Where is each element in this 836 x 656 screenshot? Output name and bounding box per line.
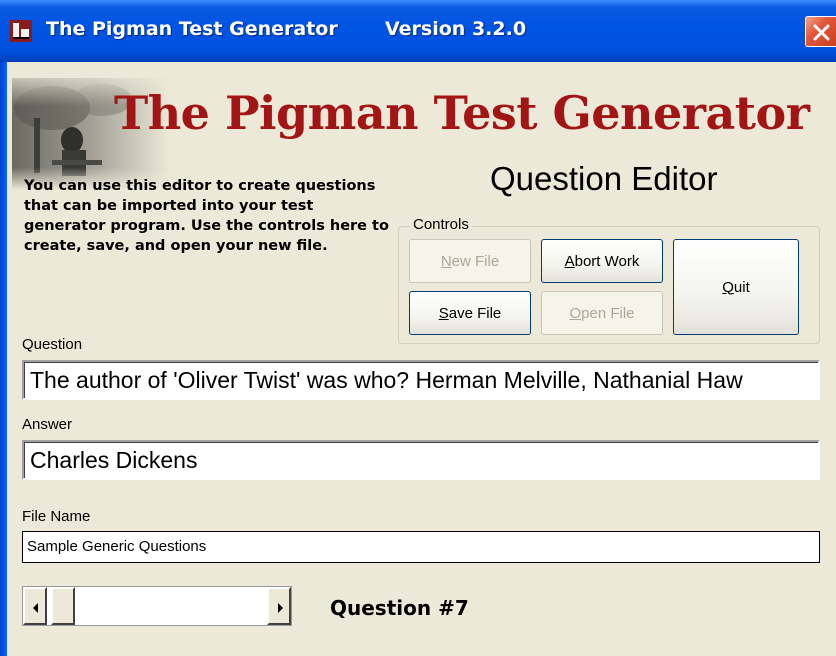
save-file-label: ave File <box>448 304 502 322</box>
intro-text: You can use this editor to create questi… <box>24 178 389 254</box>
close-icon <box>813 24 830 41</box>
scroll-thumb[interactable] <box>51 587 75 625</box>
banner-subtitle: Question Editor <box>490 160 718 197</box>
new-file-label: ew File <box>451 252 500 270</box>
scroll-left-button[interactable] <box>23 587 47 625</box>
open-file-button[interactable]: Open File <box>541 291 663 335</box>
filename-input[interactable]: Sample Generic Questions <box>22 531 820 563</box>
answer-input[interactable]: Charles Dickens <box>22 440 820 480</box>
window-title: The Pigman Test Generator <box>46 18 338 40</box>
question-scrollbar[interactable] <box>22 586 292 626</box>
filename-label: File Name <box>22 508 91 525</box>
controls-legend: Controls <box>410 216 472 233</box>
new-file-button[interactable]: New File <box>409 239 531 283</box>
scroll-right-button[interactable] <box>267 587 291 625</box>
close-button[interactable] <box>805 16 836 47</box>
open-file-mnemonic: O <box>569 304 582 322</box>
quit-button[interactable]: Quit <box>673 239 799 335</box>
abort-work-button[interactable]: Abort Work <box>541 239 663 283</box>
question-input[interactable]: The author of 'Oliver Twist' was who? He… <box>22 360 820 400</box>
quit-mnemonic: Q <box>722 278 734 296</box>
banner-title: The Pigman Test Generator <box>114 86 810 140</box>
abort-work-mnemonic: A <box>564 252 575 270</box>
answer-label: Answer <box>22 416 73 433</box>
window-version: Version 3.2.0 <box>385 18 527 40</box>
arrow-left-icon <box>33 603 38 613</box>
abort-work-label: bort Work <box>574 252 640 270</box>
window-frame-left <box>0 62 7 656</box>
save-file-button[interactable]: Save File <box>409 291 531 335</box>
question-number-label: Question #7 <box>330 596 469 620</box>
open-file-label: pen File <box>581 304 635 322</box>
pigman-app-icon[interactable] <box>10 20 32 42</box>
new-file-mnemonic: N <box>440 252 452 270</box>
quit-label: uit <box>733 278 750 296</box>
save-file-mnemonic: S <box>438 304 449 322</box>
arrow-right-icon <box>278 603 283 613</box>
question-label: Question <box>22 336 83 353</box>
